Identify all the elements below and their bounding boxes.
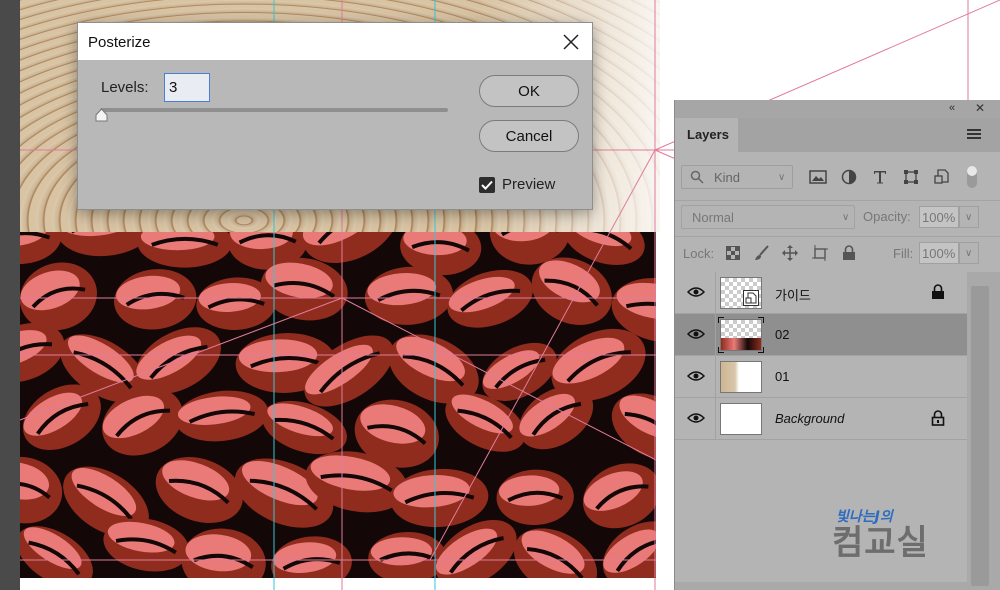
levels-slider-track[interactable] bbox=[100, 108, 448, 112]
close-icon bbox=[563, 34, 579, 50]
coffee-bean bbox=[20, 456, 63, 524]
coffee-beans-graphic bbox=[20, 232, 656, 578]
panel-scroll-thumb[interactable] bbox=[971, 286, 989, 586]
lock-all-icon[interactable] bbox=[839, 243, 859, 263]
fill-label: Fill: bbox=[893, 246, 914, 261]
layer-row-02[interactable]: 02 bbox=[675, 314, 967, 356]
coffee-bean bbox=[137, 232, 232, 268]
checkmark-icon bbox=[481, 180, 493, 190]
fill-input[interactable]: 100% bbox=[919, 242, 959, 264]
panel-bottom-toolbar bbox=[675, 582, 967, 590]
tab-layers[interactable]: Layers bbox=[675, 118, 738, 152]
layer-name[interactable]: 가이드 bbox=[775, 285, 811, 304]
eye-icon[interactable] bbox=[687, 411, 705, 425]
opacity-input[interactable]: 100% bbox=[919, 206, 959, 228]
layer-name[interactable]: Background bbox=[775, 411, 844, 426]
lock-artboard-icon[interactable] bbox=[810, 243, 830, 263]
layer-filter-row: Kind ∨ bbox=[675, 160, 1000, 190]
filter-toggle-switch[interactable] bbox=[967, 166, 977, 188]
coffee-bean bbox=[114, 269, 197, 330]
panel-close-icon[interactable]: ✕ bbox=[975, 101, 985, 115]
layer-name[interactable]: 02 bbox=[775, 327, 789, 342]
eye-column-divider bbox=[715, 272, 716, 440]
thumbnail-selection-corners bbox=[718, 317, 764, 353]
cancel-button[interactable]: Cancel bbox=[479, 120, 579, 152]
canvas-left-edge bbox=[0, 0, 20, 590]
coffee-bean bbox=[181, 528, 266, 578]
lock-position-icon[interactable] bbox=[780, 243, 800, 263]
panel-scrollbar[interactable] bbox=[967, 272, 1000, 590]
collapse-panel-icon[interactable]: « bbox=[949, 102, 955, 114]
lock-icon bbox=[932, 284, 944, 299]
posterized-coffee-image bbox=[20, 232, 656, 578]
filter-kind-select[interactable]: Kind ∨ bbox=[681, 165, 793, 189]
chevron-down-icon: ∨ bbox=[778, 172, 786, 183]
levels-label: Levels: bbox=[101, 79, 149, 96]
coffee-bean bbox=[368, 531, 447, 578]
layer-thumbnail bbox=[718, 317, 764, 353]
coffee-bean bbox=[155, 457, 243, 523]
chevron-down-icon: ∨ bbox=[965, 248, 973, 259]
fill-dropdown[interactable]: ∨ bbox=[959, 242, 979, 264]
preview-label: Preview bbox=[502, 176, 556, 193]
eye-icon[interactable] bbox=[687, 285, 705, 299]
coffee-bean bbox=[496, 469, 574, 526]
chevron-down-icon: ∨ bbox=[965, 212, 973, 223]
opacity-dropdown[interactable]: ∨ bbox=[959, 206, 979, 228]
coffee-bean bbox=[271, 536, 352, 578]
lock-transparent-pixels-icon[interactable] bbox=[723, 243, 743, 263]
ok-button[interactable]: OK bbox=[479, 75, 579, 107]
dialog-close-button[interactable] bbox=[554, 27, 588, 57]
watermark-title: 컴교실 bbox=[832, 523, 929, 563]
opacity-label: Opacity: bbox=[863, 209, 911, 224]
levels-input[interactable] bbox=[164, 73, 210, 102]
coffee-bean bbox=[20, 232, 62, 264]
dialog-title: Posterize bbox=[88, 34, 151, 51]
lock-label: Lock: bbox=[683, 246, 715, 261]
lock-icon bbox=[931, 410, 945, 426]
coffee-bean bbox=[513, 528, 598, 578]
layer-thumbnail bbox=[720, 277, 762, 309]
blend-mode-select[interactable]: Normal ∨ bbox=[681, 205, 855, 229]
layer-name[interactable]: 01 bbox=[775, 369, 789, 384]
filter-kind-label: Kind bbox=[714, 170, 741, 185]
panel-topbar[interactable]: « ✕ bbox=[675, 100, 1000, 118]
eye-icon[interactable] bbox=[687, 327, 705, 341]
lock-image-pixels-icon[interactable] bbox=[752, 243, 772, 263]
layer-thumbnail bbox=[720, 403, 762, 435]
smart-object-badge-icon bbox=[743, 290, 759, 306]
preview-checkbox[interactable] bbox=[479, 177, 495, 193]
blend-options-row: Normal ∨ Opacity: 100% ∨ bbox=[675, 200, 1000, 230]
filter-type-icon[interactable] bbox=[869, 166, 891, 188]
filter-shape-icon[interactable] bbox=[900, 166, 922, 188]
eye-icon[interactable] bbox=[687, 369, 705, 383]
posterize-dialog: Posterize Levels: OK Cancel Preview bbox=[77, 22, 593, 210]
layer-row-guide[interactable]: 가이드 bbox=[675, 272, 967, 314]
coffee-bean bbox=[390, 468, 489, 528]
filter-adjustment-icon[interactable] bbox=[838, 166, 860, 188]
search-icon bbox=[690, 170, 704, 184]
lock-options-row: Lock: Fill: 100% ∨ bbox=[675, 236, 1000, 266]
filter-pixel-icon[interactable] bbox=[807, 166, 829, 188]
blend-mode-label: Normal bbox=[692, 210, 734, 225]
coffee-bean bbox=[175, 390, 269, 442]
panel-tabbar: Layers bbox=[675, 118, 1000, 152]
dialog-titlebar[interactable]: Posterize bbox=[78, 23, 592, 60]
levels-slider-thumb[interactable] bbox=[94, 108, 109, 122]
filter-smart-object-icon[interactable] bbox=[931, 166, 953, 188]
layer-thumbnail bbox=[720, 361, 762, 393]
watermark-logo: 빛나는J의 컴교실 bbox=[832, 506, 929, 560]
panel-menu-icon[interactable] bbox=[967, 128, 981, 140]
layer-row-background[interactable]: Background bbox=[675, 398, 967, 440]
chevron-down-icon: ∨ bbox=[842, 212, 850, 223]
layer-row-01[interactable]: 01 bbox=[675, 356, 967, 398]
